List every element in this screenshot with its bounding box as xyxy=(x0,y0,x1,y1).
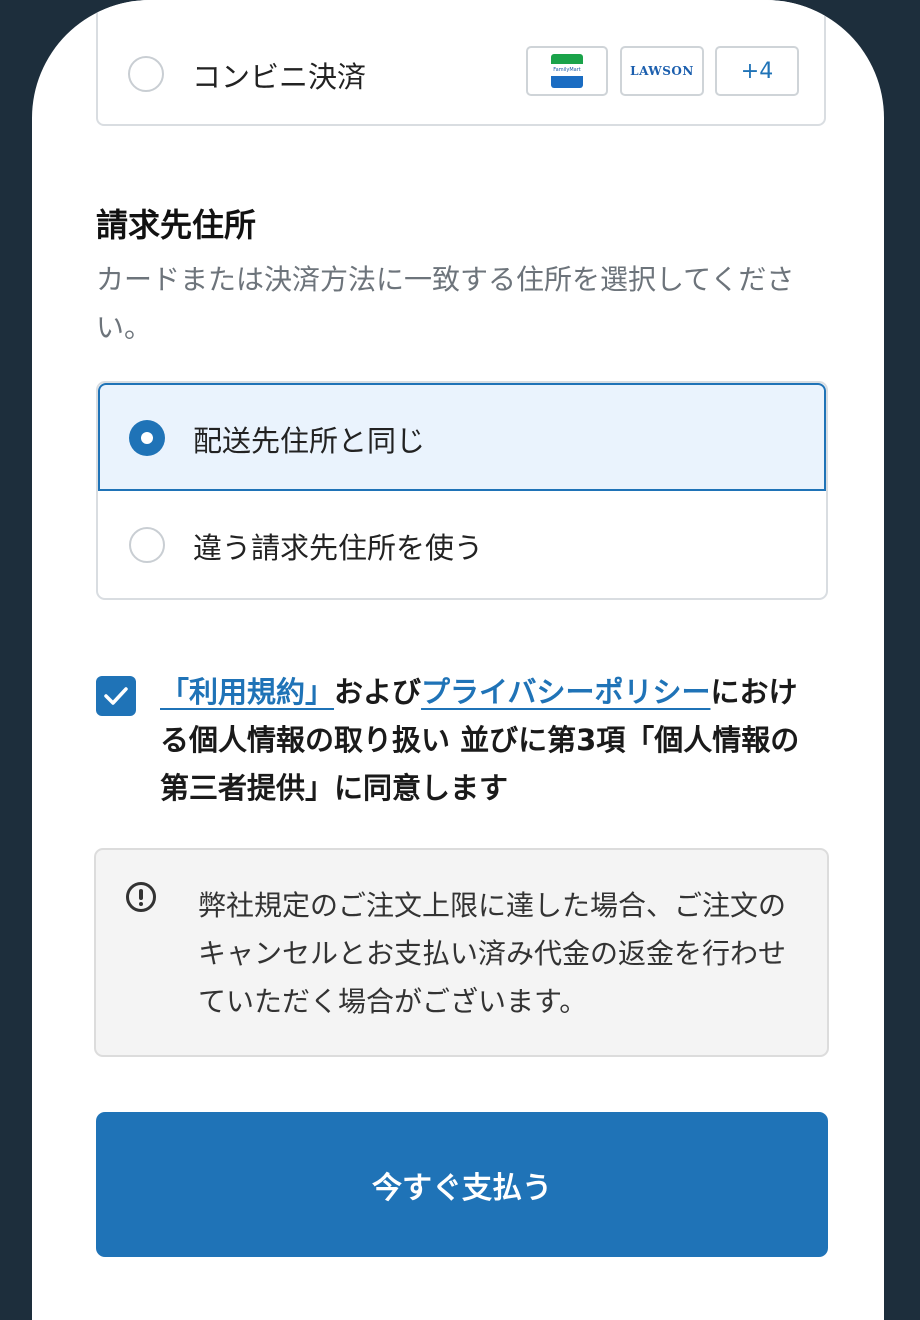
billing-option-same-as-shipping[interactable]: 配送先住所と同じ xyxy=(98,383,826,491)
pay-now-button[interactable]: 今すぐ支払う xyxy=(96,1112,828,1257)
more-brands-count: +4 xyxy=(740,58,774,84)
lawson-logo-text: LAWSON xyxy=(630,64,694,78)
familymart-logo-text: FamilyMart xyxy=(551,64,583,76)
billing-option-label: 違う請求先住所を使う xyxy=(193,531,484,565)
payment-option-convenience-store[interactable]: コンビニ決済 FamilyMart LAWSON +4 xyxy=(96,0,826,126)
lawson-logo: LAWSON xyxy=(620,46,704,96)
consent-checkbox[interactable] xyxy=(96,676,136,716)
more-brands-badge: +4 xyxy=(715,46,799,96)
billing-option-different-address[interactable]: 違う請求先住所を使う xyxy=(98,491,826,598)
exclamation-circle-icon xyxy=(126,882,156,912)
billing-address-title: 請求先住所 xyxy=(96,206,257,244)
familymart-logo: FamilyMart xyxy=(526,46,608,96)
payment-option-label: コンビニ決済 xyxy=(192,60,367,94)
phone-screen: コンビニ決済 FamilyMart LAWSON +4 請求先住所 カードまたは… xyxy=(32,0,884,1320)
notice-text: 弊社規定のご注文上限に達した場合、ご注文のキャンセルとお支払い済み代金の返金を行… xyxy=(198,889,787,1018)
radio-button-selected[interactable] xyxy=(129,420,165,456)
privacy-policy-link[interactable]: プライバシーポリシー xyxy=(421,675,710,709)
billing-address-description: カードまたは決済方法に一致する住所を選択してください。 xyxy=(96,263,795,344)
checkmark-icon xyxy=(104,687,128,705)
terms-of-use-link[interactable]: 「利用規約」 xyxy=(160,675,334,709)
consent-connector: および xyxy=(334,675,422,709)
billing-option-label: 配送先住所と同じ xyxy=(193,424,426,458)
radio-button[interactable] xyxy=(129,527,165,563)
radio-button[interactable] xyxy=(128,56,164,92)
order-limit-notice: 弊社規定のご注文上限に達した場合、ご注文のキャンセルとお支払い済み代金の返金を行… xyxy=(94,848,829,1057)
consent-text: 「利用規約」およびプライバシーポリシーにおける個人情報の取り扱い 並びに第3項「… xyxy=(160,668,820,812)
billing-address-options: 配送先住所と同じ 違う請求先住所を使う xyxy=(96,381,828,600)
